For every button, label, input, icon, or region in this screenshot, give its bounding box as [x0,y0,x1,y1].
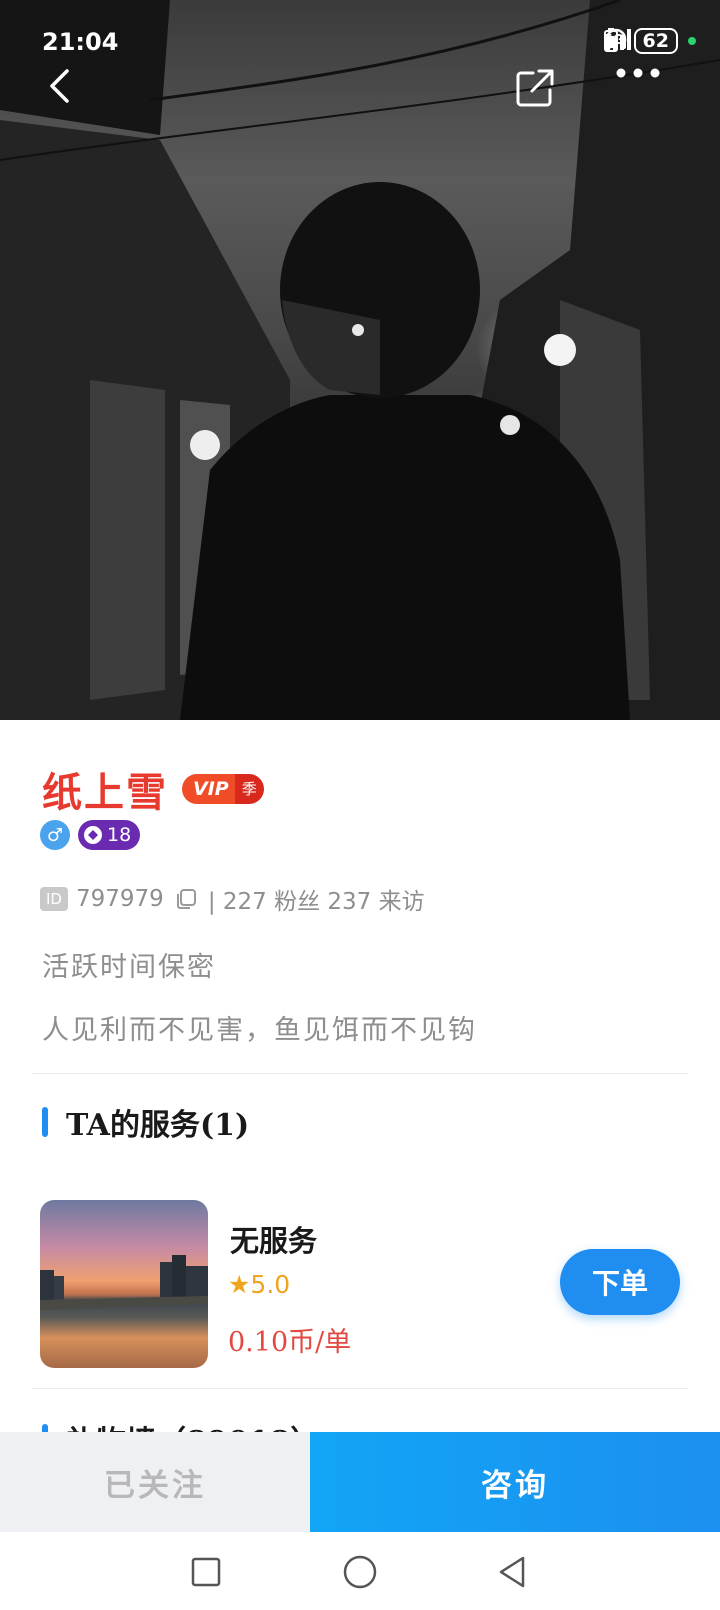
follow-button[interactable]: 已关注 [0,1432,310,1532]
vip-tier: 季 [234,774,264,804]
services-section-title: TA的服务(1) [42,1100,249,1144]
service-card[interactable]: 无服务 ★5.0 0.10币/单 下单 [40,1200,680,1370]
copy-icon [176,889,196,909]
bio-text: 人见利而不见害，鱼见饵而不见钩 [42,1015,477,1046]
square-icon [191,1557,221,1587]
service-price: 0.10币/单 [228,1327,352,1358]
active-indicator-dot [688,37,696,45]
share-button[interactable] [515,68,563,116]
id-row: ID 797979 | 227 粉丝 237 来访 [40,882,425,916]
service-name: 无服务 [230,1224,318,1258]
status-icons: 5G 62 [603,28,696,54]
badges-row: ♂ 18 [40,820,141,850]
vip-label: VIP [182,774,235,804]
system-navigation-bar [0,1532,720,1610]
level-value: 18 [107,824,132,846]
divider [32,1073,688,1074]
services-title-text: TA的服务(1) [66,1108,250,1143]
service-rating: ★5.0 [228,1270,291,1299]
bottom-action-bar: 已关注 咨询 [0,1432,720,1532]
section-accent-bar [42,1107,48,1137]
triangle-back-icon [499,1556,525,1588]
consult-button[interactable]: 咨询 [310,1432,720,1532]
follower-visitor-stats: | 227 粉丝 237 来访 [207,889,425,915]
battery-indicator: 62 [633,28,678,54]
id-label: ID [40,887,68,911]
back-button[interactable] [47,68,95,116]
status-time: 21:04 [42,28,119,56]
back-nav-button[interactable] [492,1552,532,1592]
profile-name: 纸上雪 [42,769,168,816]
male-icon: ♂ [40,820,70,850]
home-button[interactable] [340,1552,380,1592]
divider [32,1388,688,1389]
level-badge: 18 [78,820,141,850]
copy-id-button[interactable] [174,887,198,911]
more-dots-icon [616,68,660,78]
order-button[interactable]: 下单 [560,1249,680,1315]
active-time-text: 活跃时间保密 [42,952,216,983]
status-bar: 21:04 5G 62 [0,0,720,80]
profile-cover-photo: 21:04 5G 62 [0,0,720,720]
diamond-icon [84,826,102,844]
service-thumbnail [40,1200,208,1368]
signal-icon [605,29,631,50]
more-options-button[interactable] [616,68,664,116]
recent-apps-button[interactable] [186,1552,226,1592]
circle-icon [343,1555,377,1589]
name-row: 纸上雪 VIP 季 [42,760,264,818]
user-id: 797979 [76,886,164,912]
cover-illustration [0,0,720,720]
vip-badge: VIP 季 [182,774,264,804]
chevron-left-icon [50,69,69,103]
share-icon [516,69,554,107]
